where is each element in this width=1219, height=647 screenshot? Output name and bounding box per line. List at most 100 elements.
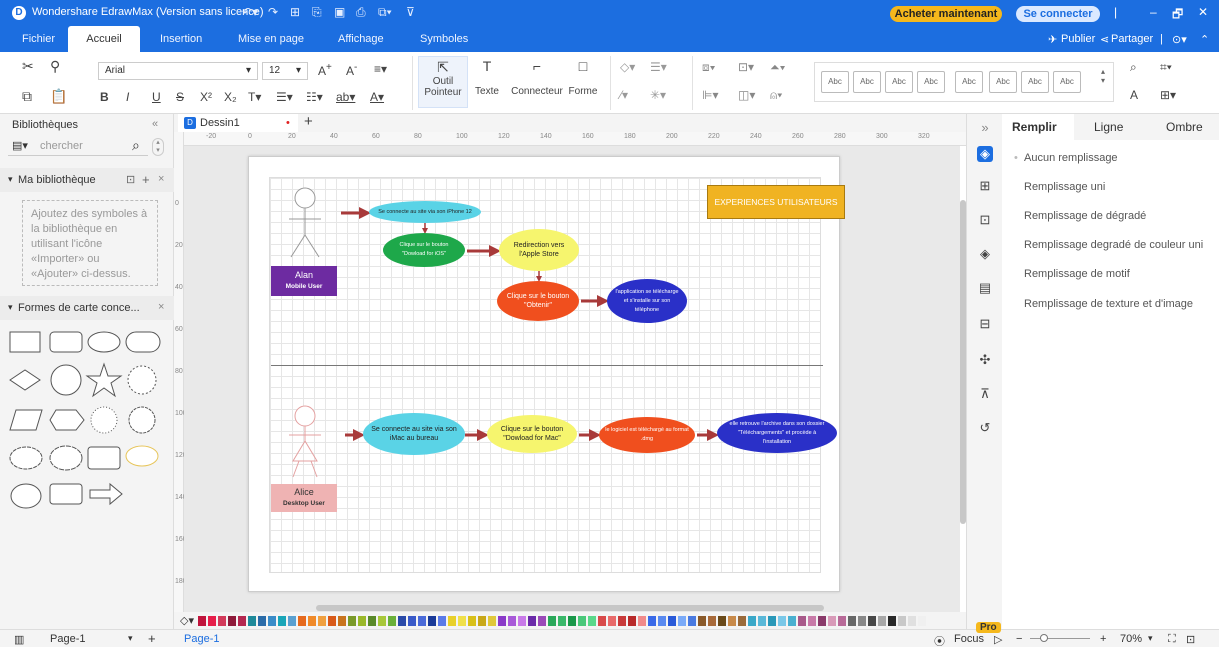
page-layout-icon[interactable]: ▥ — [14, 633, 24, 646]
concept-shapes-section[interactable]: ▾ Formes de carte conce... × — [0, 296, 174, 320]
capsule-shape[interactable] — [125, 331, 161, 353]
color-swatch[interactable] — [508, 616, 516, 626]
color-swatch[interactable] — [488, 616, 496, 626]
shape-tool-button[interactable]: □ Forme — [568, 58, 598, 97]
color-swatch[interactable] — [918, 616, 926, 626]
color-swatch[interactable] — [238, 616, 246, 626]
color-swatch[interactable] — [728, 616, 736, 626]
effects-icon[interactable]: ✳▾ — [650, 88, 666, 102]
presentation-panel-icon[interactable]: ⊼ — [977, 386, 993, 402]
color-swatch[interactable] — [678, 616, 686, 626]
color-swatch[interactable] — [328, 616, 336, 626]
save-icon[interactable]: ▣ — [334, 5, 345, 19]
color-swatch[interactable] — [248, 616, 256, 626]
bold-icon[interactable]: B — [100, 90, 109, 104]
add-page-icon[interactable]: + — [148, 631, 156, 646]
color-swatch[interactable] — [298, 616, 306, 626]
style-preset[interactable]: Abc — [1021, 71, 1049, 93]
color-swatch[interactable] — [688, 616, 696, 626]
color-swatch[interactable] — [268, 616, 276, 626]
color-swatch[interactable] — [578, 616, 586, 626]
close-section-icon[interactable]: × — [158, 173, 164, 185]
page-select[interactable]: Page-1 — [50, 633, 85, 645]
underline-icon[interactable]: U — [152, 90, 161, 104]
mindmap-panel-icon[interactable]: ✣ — [977, 352, 993, 368]
zoom-slider-track[interactable] — [1030, 638, 1090, 639]
list-icon[interactable]: ☰▾ — [276, 90, 293, 104]
page-panel-icon[interactable]: ▤ — [977, 280, 993, 296]
more-tools-icon[interactable]: ⊞▾ — [1160, 88, 1176, 102]
zoom-level[interactable]: 70% — [1120, 633, 1142, 645]
size-icon[interactable]: ◫▾ — [738, 88, 755, 102]
color-swatch[interactable] — [568, 616, 576, 626]
fullscreen-icon[interactable]: ⊡ — [1186, 633, 1195, 646]
sign-in-button[interactable]: Se connecter — [1016, 6, 1100, 22]
card-shape[interactable] — [87, 446, 121, 470]
crop-icon[interactable]: ⌗▾ — [1160, 60, 1172, 75]
color-swatch[interactable] — [618, 616, 626, 626]
color-swatch[interactable] — [718, 616, 726, 626]
redo-icon[interactable]: ↷ — [268, 5, 278, 19]
layout-panel-icon[interactable]: ⊞ — [977, 178, 993, 194]
color-swatch[interactable] — [808, 616, 816, 626]
open-icon[interactable]: ⎘ — [312, 5, 322, 20]
drawing-canvas[interactable]: EXPERIENCES UTILISATEURS Alan Mobile Use… — [184, 146, 960, 612]
new-icon[interactable]: ⊞ — [290, 5, 300, 19]
bullet-icon[interactable]: ☷▾ — [306, 90, 323, 104]
fill-option[interactable]: Remplissage degradé de couleur uni — [1024, 239, 1203, 251]
lock-icon[interactable]: ⍝▾ — [770, 88, 782, 103]
fill-option[interactable]: Aucun remplissage — [1024, 152, 1118, 164]
diamond-shape[interactable] — [9, 369, 41, 391]
seal-shape[interactable] — [90, 406, 118, 434]
color-swatch[interactable] — [908, 616, 916, 626]
publish-button[interactable]: Publier — [1061, 33, 1095, 45]
color-swatch[interactable] — [418, 616, 426, 626]
step-node[interactable]: Se connecte au site via son iMac au bure… — [363, 413, 465, 455]
style-preset[interactable]: Abc — [885, 71, 913, 93]
undo-icon[interactable]: ↶▾ — [242, 5, 258, 19]
rounded-rect-shape[interactable] — [49, 331, 83, 353]
style-preset[interactable]: Abc — [955, 71, 983, 93]
color-swatch[interactable] — [818, 616, 826, 626]
ellipse-shape[interactable] — [87, 331, 121, 353]
color-swatch[interactable] — [218, 616, 226, 626]
color-swatch[interactable] — [788, 616, 796, 626]
image-panel-icon[interactable]: ⊡ — [977, 212, 993, 228]
replace-icon[interactable]: ⌕ — [1130, 60, 1137, 75]
menu-affichage[interactable]: Affichage — [338, 33, 384, 45]
color-swatch[interactable] — [468, 616, 476, 626]
color-swatch[interactable] — [208, 616, 216, 626]
highlight-icon[interactable]: ab▾ — [336, 90, 355, 104]
color-swatch[interactable] — [538, 616, 546, 626]
fill-bucket-icon[interactable]: ◇▾ — [180, 614, 194, 627]
line-style-icon[interactable]: ☰▾ — [650, 60, 667, 74]
line-color-icon[interactable]: ⁄▾ — [620, 88, 628, 102]
color-swatch[interactable] — [528, 616, 536, 626]
italic-icon[interactable]: I — [126, 90, 129, 104]
zoom-slider-handle[interactable] — [1040, 634, 1048, 642]
color-swatch[interactable] — [398, 616, 406, 626]
color-swatch[interactable] — [628, 616, 636, 626]
step-node[interactable]: Clique sur le bouton "Obtenir" — [497, 281, 579, 321]
tab-dessin1[interactable]: D Dessin1 • — [178, 114, 298, 132]
close-icon[interactable]: ✕ — [1198, 5, 1208, 19]
parallelogram-shape[interactable] — [9, 409, 43, 431]
play-icon[interactable]: ▷ — [994, 633, 1002, 646]
color-swatch[interactable] — [518, 616, 526, 626]
expand-panel-icon[interactable]: » — [977, 120, 993, 136]
menu-fichier[interactable]: Fichier — [22, 33, 55, 45]
color-swatch[interactable] — [498, 616, 506, 626]
chevron-down-icon[interactable]: ▾ — [128, 633, 133, 644]
export-icon[interactable]: ⧉▾ — [378, 5, 392, 20]
horizontal-scrollbar[interactable] — [316, 605, 824, 611]
chevron-down-icon[interactable]: ▾ — [1148, 633, 1153, 644]
color-swatch[interactable] — [558, 616, 566, 626]
connector-tool-button[interactable]: ⌐ Connecteur — [510, 58, 564, 97]
color-swatch[interactable] — [738, 616, 746, 626]
color-swatch[interactable] — [228, 616, 236, 626]
grow-font-icon[interactable]: A+ — [318, 62, 332, 78]
color-swatch[interactable] — [338, 616, 346, 626]
color-swatch[interactable] — [768, 616, 776, 626]
color-swatch[interactable] — [868, 616, 876, 626]
color-swatch[interactable] — [608, 616, 616, 626]
